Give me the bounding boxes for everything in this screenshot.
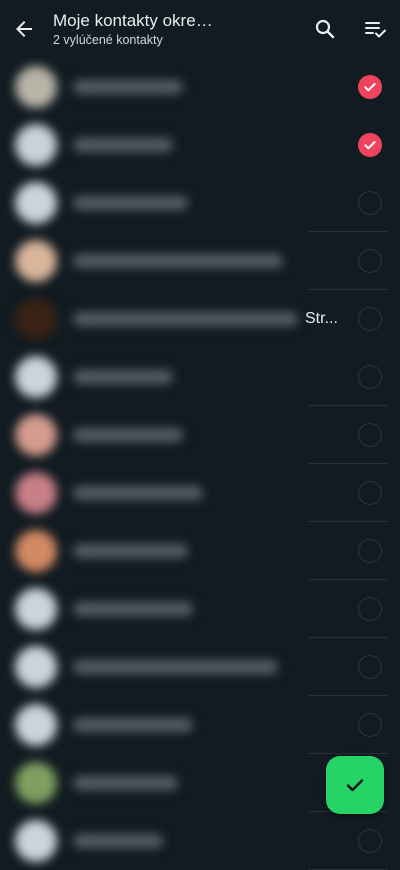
contact-name-blurred [73,80,183,94]
select-checkbox[interactable] [358,655,382,679]
checkmark-icon [364,141,376,150]
avatar [15,124,57,166]
check-icon [346,779,364,792]
avatar [15,530,57,572]
contact-info-blurred [0,696,310,754]
contact-name-blurred [73,602,193,616]
contact-info-blurred [0,754,310,812]
contact-name-blurred [73,428,183,442]
contact-name-blurred [73,834,163,848]
avatar [15,414,57,456]
excluded-count: 2 vylúčené kontakty [53,32,163,47]
contact-name-blurred [73,776,178,790]
contact-row[interactable] [0,232,400,290]
avatar [15,704,57,746]
app-bar: Moje kontakty okrem… 2 vylúčené kontakty [0,0,400,58]
contact-info-blurred [0,464,310,522]
contact-name-blurred [73,196,188,210]
contact-row[interactable] [0,116,400,174]
select-checkbox[interactable] [358,597,382,621]
contact-row[interactable] [0,522,400,580]
contact-name-blurred [73,370,173,384]
contact-row[interactable] [0,58,400,116]
select-checkbox[interactable] [358,713,382,737]
checkmark-icon [364,83,376,92]
contact-info-blurred [0,58,310,116]
contact-row[interactable] [0,348,400,406]
select-all-icon [365,22,386,38]
contact-row[interactable] [0,464,400,522]
contact-info-blurred [0,116,310,174]
select-checkbox[interactable] [358,191,382,215]
search-icon [315,19,335,39]
contact-name-blurred [73,312,298,326]
select-checkbox[interactable] [358,829,382,853]
select-checkbox[interactable] [358,423,382,447]
select-checkbox[interactable] [358,75,382,99]
avatar [15,298,57,340]
contact-row[interactable] [0,638,400,696]
contact-info-blurred [0,522,310,580]
avatar [15,762,57,804]
contact-row[interactable] [0,174,400,232]
contact-row[interactable] [0,812,400,870]
contact-row[interactable] [0,406,400,464]
avatar [15,356,57,398]
select-checkbox[interactable] [358,307,382,331]
select-checkbox[interactable] [358,539,382,563]
contact-row[interactable]: Str... [0,290,400,348]
select-all-button[interactable] [350,0,400,58]
contact-row[interactable] [0,696,400,754]
select-checkbox[interactable] [358,481,382,505]
contact-name-visible-fragment: Str... [305,310,338,327]
select-checkbox[interactable] [358,133,382,157]
avatar [15,646,57,688]
contact-row[interactable] [0,580,400,638]
contact-info-blurred [0,580,310,638]
contact-info-blurred [0,348,310,406]
contact-info-blurred [0,174,310,232]
avatar [15,820,57,862]
contact-info-blurred [0,812,310,870]
header-titles: Moje kontakty okrem… 2 vylúčené kontakty [48,11,300,48]
select-checkbox[interactable] [358,365,382,389]
back-button[interactable] [0,0,48,58]
avatar [15,588,57,630]
avatar [15,182,57,224]
arrow-back-icon [16,21,32,37]
avatar [15,472,57,514]
page-title: Moje kontakty okrem… [53,10,223,30]
contact-name-blurred [73,660,278,674]
contact-name-blurred [73,718,193,732]
search-button[interactable] [300,0,350,58]
contact-name-blurred [73,544,188,558]
avatar [15,66,57,108]
contact-name-blurred [73,254,283,268]
select-checkbox[interactable] [358,249,382,273]
contact-info-blurred [0,232,310,290]
contact-info-blurred [0,290,310,348]
confirm-button[interactable] [326,756,384,814]
contact-info-blurred [0,638,310,696]
contact-list: Str... [0,58,400,870]
contact-info-blurred [0,406,310,464]
contact-name-blurred [73,138,173,152]
contact-name-blurred [73,486,203,500]
avatar [15,240,57,282]
